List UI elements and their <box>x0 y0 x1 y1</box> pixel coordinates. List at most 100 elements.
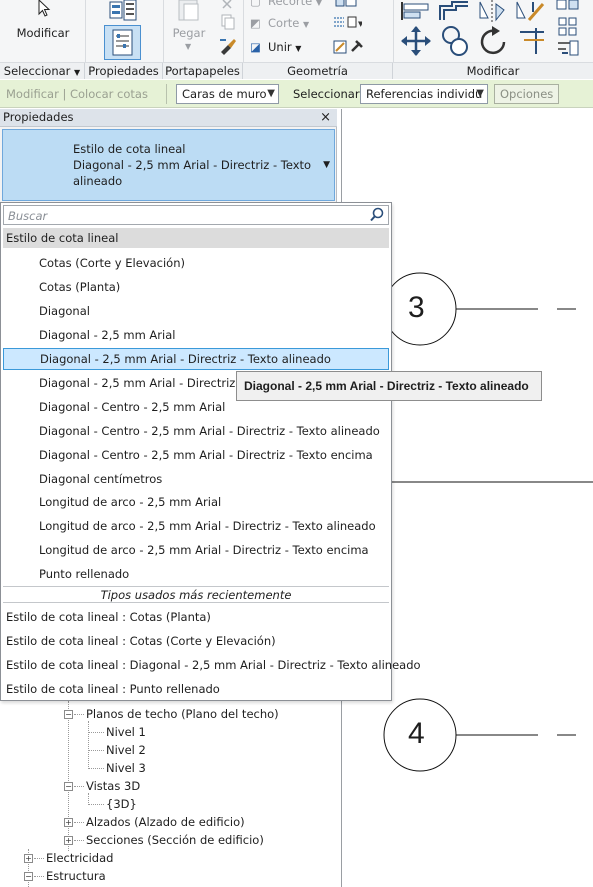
paste-label: Pegar <box>172 26 206 40</box>
properties-header: Propiedades × <box>0 109 337 127</box>
cope-icon: ▢ <box>250 0 261 8</box>
ribbon-panel-titles: Seleccionar ▼ Propiedades Portapapeles G… <box>0 62 593 79</box>
corte-tool[interactable]: ◩ Corte ▼ <box>250 16 309 30</box>
list-item[interactable]: Longitud de arco - 2,5 mm Arial <box>3 491 389 513</box>
paste-button[interactable]: Pegar ▼ <box>168 0 210 58</box>
expand-toggle-icon[interactable]: + <box>64 836 73 845</box>
search-input[interactable]: Buscar <box>3 205 389 225</box>
panel-title-propiedades: Propiedades <box>85 63 163 79</box>
match-properties-icon[interactable] <box>218 36 238 56</box>
placement-select[interactable]: Caras de muro ▼ <box>176 84 279 104</box>
collapse-toggle-icon[interactable]: − <box>64 782 73 791</box>
copy-icon[interactable] <box>219 13 237 31</box>
tree-item-nivel-3[interactable]: Nivel 3 <box>106 761 146 775</box>
tree-guide <box>34 858 44 859</box>
unir-tool[interactable]: ◪ Unir ▼ <box>250 40 301 54</box>
options-bar: Modificar | Colocar cotas Caras de muro … <box>0 80 593 108</box>
collapse-toggle-icon[interactable]: − <box>64 710 73 719</box>
dropdown-arrow-icon: ▼ <box>315 0 323 7</box>
tree-item-secciones[interactable]: Secciones (Sección de edificio) <box>86 833 264 847</box>
dropdown-arrow-icon: ▼ <box>303 20 310 29</box>
modify-button-label: Modificar <box>16 26 70 40</box>
options-button[interactable]: Opciones <box>494 84 560 104</box>
list-item[interactable]: Punto rellenado <box>3 563 389 585</box>
copy-element-icon[interactable] <box>440 24 470 58</box>
split-face-icon[interactable] <box>332 0 362 10</box>
list-item[interactable]: Diagonal - Centro - 2,5 mm Arial - Direc… <box>3 420 389 442</box>
mirror-draw-axis-icon[interactable] <box>515 0 547 22</box>
type-dropdown-list: Buscar Estilo de cota lineal Cotas (Cort… <box>0 202 421 701</box>
array-icon[interactable] <box>556 15 582 37</box>
reference-select[interactable]: Referencias individu ▼ <box>360 84 488 104</box>
expand-toggle-icon[interactable]: + <box>64 818 73 827</box>
list-item[interactable]: Longitud de arco - 2,5 mm Arial - Direct… <box>3 515 389 537</box>
panel-dropdown-icon: ▼ <box>74 68 81 77</box>
tree-item-nivel-2[interactable]: Nivel 2 <box>106 743 146 757</box>
list-item[interactable]: Diagonal - 2,5 mm Arial <box>3 324 389 346</box>
panel-title-geometria: Geometría <box>243 63 393 79</box>
list-item[interactable]: Diagonal centímetros <box>3 468 389 490</box>
ribbon-panels: Modificar Pegar ▼ ▢ Recorte ▼ ◩ Corte ▼ … <box>0 0 593 62</box>
panel-title-portapapeles: Portapapeles <box>163 63 243 79</box>
grid-bubble-3[interactable]: 3 <box>408 291 425 325</box>
collapse-toggle-icon[interactable]: − <box>24 872 33 881</box>
list-item[interactable]: Cotas (Planta) <box>3 276 389 298</box>
scale-icon[interactable] <box>556 39 582 59</box>
tree-item-nivel-1[interactable]: Nivel 1 <box>106 725 146 739</box>
expand-toggle-icon[interactable]: + <box>24 854 33 863</box>
tree-guide <box>68 701 69 851</box>
tree-item-3d-view[interactable]: {3D} <box>106 797 137 811</box>
tree-item-vistas-3d[interactable]: Vistas 3D <box>86 779 140 793</box>
paint-icon[interactable] <box>332 37 366 57</box>
recent-types-header: Tipos usados más recientemente <box>3 586 389 603</box>
panel-title-seleccionar[interactable]: Seleccionar ▼ <box>0 63 85 79</box>
recent-item[interactable]: Estilo de cota lineal : Punto rellenado <box>3 678 389 700</box>
project-browser: − Planos de techo (Plano del techo) Nive… <box>0 701 337 887</box>
panel-title-modificar: Modificar <box>466 64 520 78</box>
recent-item[interactable]: Estilo de cota lineal : Diagonal - 2,5 m… <box>3 654 421 676</box>
tree-guide <box>88 732 104 733</box>
list-item-selected[interactable]: Diagonal - 2,5 mm Arial - Directriz - Te… <box>3 348 389 370</box>
tree-guide <box>74 822 84 823</box>
chevron-down-icon: ▼ <box>267 88 275 99</box>
grid-bubble-4[interactable]: 4 <box>408 717 425 751</box>
list-item[interactable]: Cotas (Corte y Elevación) <box>3 252 389 274</box>
context-label: Modificar | Colocar cotas <box>6 87 148 101</box>
group-header: Estilo de cota lineal <box>3 228 389 248</box>
tree-item-estructura[interactable]: Estructura <box>46 869 106 883</box>
align-icon[interactable] <box>400 0 432 22</box>
join-geometry-icon: ◪ <box>250 40 261 54</box>
offset-icon[interactable] <box>438 0 472 22</box>
type-selector[interactable]: Estilo de cota lineal Diagonal - 2,5 mm … <box>2 129 335 201</box>
list-item[interactable]: Diagonal - Centro - 2,5 mm Arial - Direc… <box>3 444 389 466</box>
tree-item-electricidad[interactable]: Electricidad <box>46 851 113 865</box>
close-icon[interactable]: × <box>320 109 331 126</box>
cut-icon[interactable] <box>219 0 237 10</box>
list-item[interactable]: Diagonal <box>3 300 389 322</box>
trim-extend-icon[interactable] <box>516 24 550 58</box>
tree-item-alzados[interactable]: Alzados (Alzado de edificio) <box>86 815 245 829</box>
move-icon[interactable] <box>399 25 433 57</box>
mirror-pick-axis-icon[interactable] <box>478 0 508 22</box>
modify-button[interactable]: Modificar <box>6 0 80 58</box>
recent-item[interactable]: Estilo de cota lineal : Cotas (Corte y E… <box>3 630 389 652</box>
search-placeholder: Buscar <box>8 209 48 223</box>
split-element-icon[interactable] <box>555 0 581 12</box>
cursor-arrow-icon <box>38 0 51 17</box>
tree-guide <box>74 840 84 841</box>
tree-item-planos-techo[interactable]: Planos de techo (Plano del techo) <box>86 707 279 721</box>
rotate-icon[interactable] <box>478 24 510 58</box>
tree-guide <box>88 750 104 751</box>
dropdown-arrow-icon: ▼ <box>295 44 302 53</box>
recorte-tool[interactable]: ▢ Recorte ▼ <box>250 0 322 8</box>
paste-clipboard-icon <box>178 0 199 21</box>
options-bar-divider <box>166 84 167 104</box>
recent-item[interactable]: Estilo de cota lineal : Cotas (Planta) <box>3 606 389 628</box>
cut-geometry-icon: ◩ <box>250 16 261 30</box>
type-properties-icon[interactable] <box>106 0 140 22</box>
panel-separator <box>85 0 86 62</box>
properties-button[interactable] <box>104 25 141 60</box>
list-item[interactable]: Longitud de arco - 2,5 mm Arial - Direct… <box>3 539 389 561</box>
wall-joins-icon[interactable]: ▼ <box>332 14 362 32</box>
item-tooltip: Diagonal - 2,5 mm Arial - Directriz - Te… <box>236 371 542 401</box>
